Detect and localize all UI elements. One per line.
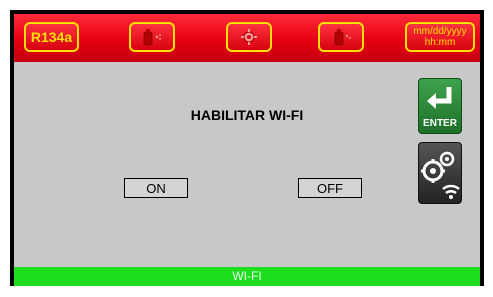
enter-label: ENTER [423, 118, 457, 129]
footer-bar: WI-FI [14, 267, 480, 286]
tank-fill-button[interactable] [318, 22, 364, 52]
wifi-settings-button[interactable] [418, 142, 462, 204]
tank-button[interactable] [129, 22, 175, 52]
page-title: HABILITAR WI-FI [190, 107, 304, 123]
main-panel: HABILITAR WI-FI ON OFF [14, 62, 480, 267]
enter-arrow-icon [427, 87, 452, 109]
refrigerant-button[interactable]: R134a [24, 22, 79, 52]
on-button[interactable]: ON [124, 178, 188, 198]
top-toolbar: R134a mm/dd/yyyy hh:mm [14, 14, 480, 62]
enter-button[interactable]: ENTER [418, 78, 462, 134]
off-button[interactable]: OFF [298, 178, 362, 198]
settings-button[interactable] [226, 22, 272, 52]
settings-gear-icon [241, 29, 257, 45]
datetime-button[interactable]: mm/dd/yyyy hh:mm [405, 22, 475, 52]
tank-fill-icon [334, 29, 351, 46]
tank-icon [143, 29, 161, 46]
date-format: mm/dd/yyyy [413, 26, 467, 37]
time-format: hh:mm [424, 37, 456, 48]
gears-wifi-icon [421, 151, 460, 199]
